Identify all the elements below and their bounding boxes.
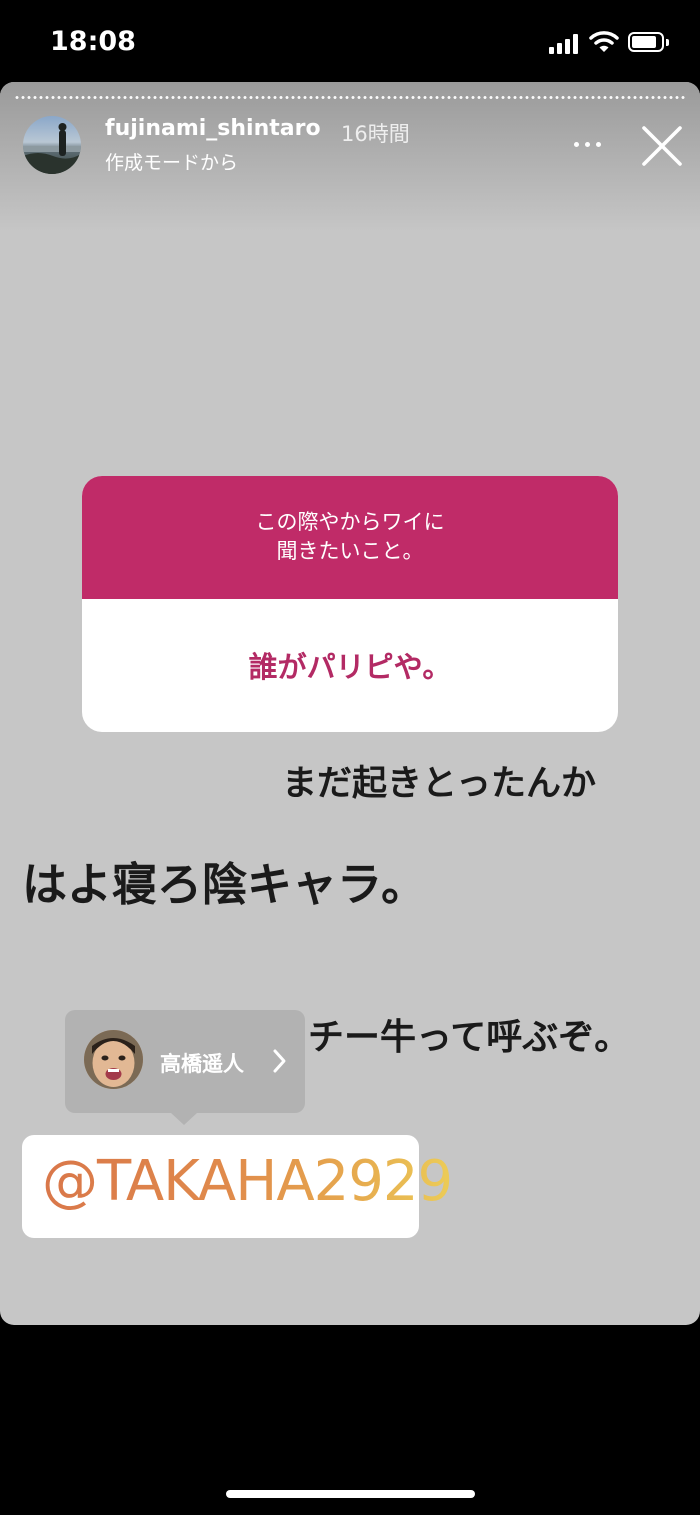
story-text-line-3: チー牛って呼ぶぞ。	[308, 1016, 631, 1058]
user-avatar[interactable]	[23, 116, 81, 174]
post-time: 16時間	[341, 122, 410, 146]
chevron-right-icon[interactable]	[270, 1047, 290, 1075]
home-indicator[interactable]	[226, 1490, 475, 1498]
mention-sticker[interactable]: @TAKAHA2929	[22, 1135, 453, 1238]
mention-handle: @TAKAHA2929	[42, 1149, 453, 1214]
mention-avatar[interactable]	[84, 1030, 143, 1089]
mention-name[interactable]: 高橋遥人	[160, 1048, 244, 1078]
story-text-line-1: まだ起きとったんか	[282, 763, 596, 804]
story-text-line-2: はよ寝ろ陰キャラ。	[22, 858, 427, 911]
question-answer: 誰がパリピや。	[248, 650, 452, 684]
question-prompt: この際やからワイに 聞きたいこと。	[255, 510, 445, 563]
more-icon[interactable]	[568, 132, 608, 156]
story-progress-bar	[14, 96, 686, 99]
wifi-icon	[589, 30, 619, 54]
close-icon[interactable]	[640, 126, 684, 166]
cellular-signal-icon	[549, 34, 581, 54]
username[interactable]: fujinami_shintaro	[105, 116, 321, 141]
tooltip-arrow	[171, 1113, 197, 1125]
status-time: 18:08	[50, 26, 136, 57]
status-bar: 18:08	[0, 0, 700, 82]
question-sticker[interactable]: この際やからワイに 聞きたいこと。 誰がパリピや。	[82, 476, 618, 732]
create-mode-label[interactable]: 作成モードから	[105, 148, 238, 175]
question-prompt-area: この際やからワイに 聞きたいこと。	[82, 476, 618, 599]
battery-icon	[628, 32, 670, 54]
story-viewer[interactable]: fujinami_shintaro 16時間 作成モードから この際やからワイに…	[0, 82, 700, 1325]
